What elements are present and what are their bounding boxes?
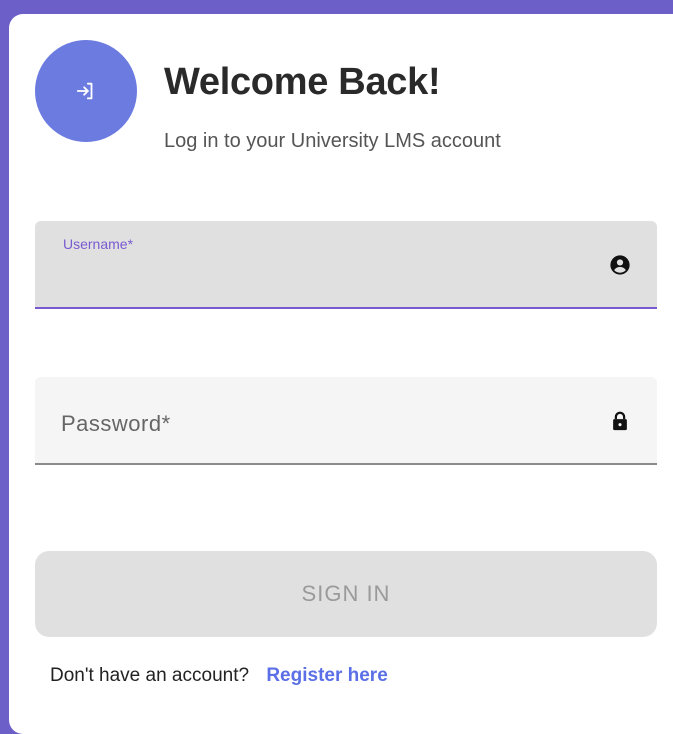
login-arrow-icon bbox=[76, 82, 93, 100]
register-link[interactable]: Register here bbox=[266, 665, 387, 686]
login-card: Welcome Back! Log in to your University … bbox=[9, 14, 673, 734]
account-circle-icon bbox=[609, 254, 631, 276]
password-input[interactable] bbox=[61, 421, 581, 449]
register-prompt: Don't have an account? bbox=[50, 665, 250, 686]
username-label: Username* bbox=[63, 236, 134, 252]
password-field[interactable]: Password* bbox=[35, 377, 657, 465]
lock-icon bbox=[609, 410, 631, 432]
page-subtitle: Log in to your University LMS account bbox=[164, 130, 501, 152]
login-icon-badge bbox=[35, 40, 137, 142]
register-row: Don't have an account? Register here bbox=[50, 665, 388, 687]
username-field[interactable]: Username* bbox=[35, 221, 657, 309]
username-input[interactable] bbox=[61, 265, 581, 293]
page-title: Welcome Back! bbox=[164, 61, 441, 103]
sign-in-button[interactable]: SIGN IN bbox=[35, 551, 657, 637]
